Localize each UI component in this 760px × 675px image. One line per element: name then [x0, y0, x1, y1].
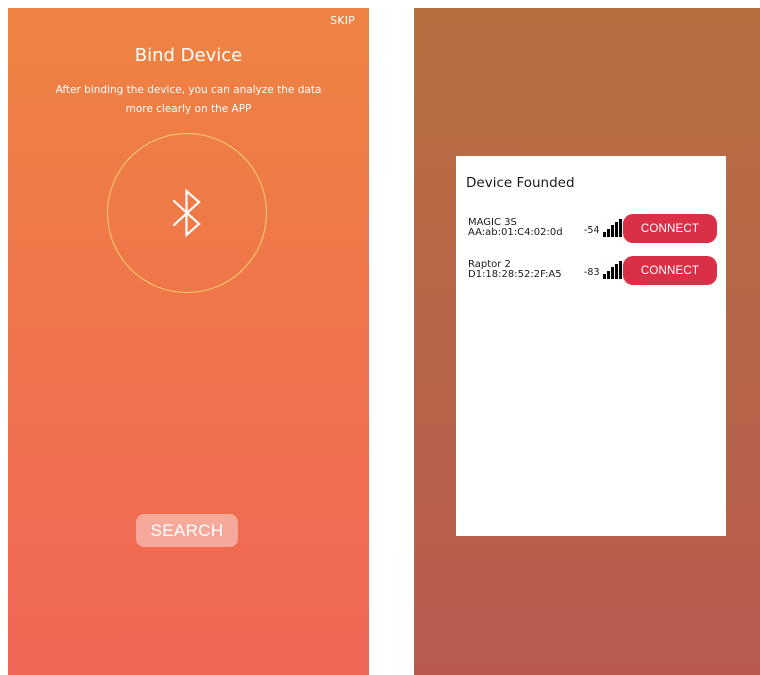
- rssi-value: -54: [584, 225, 600, 236]
- rssi-value: -83: [584, 267, 600, 278]
- bind-device-screen: SKIP Bind Device After binding the devic…: [8, 8, 369, 675]
- device-list-panel: Device Founded MAGIC 3S AA:ab:01:C4:02:0…: [456, 156, 726, 536]
- device-mac-address: AA:ab:01:C4:02:0d: [468, 227, 563, 238]
- panel-title: Device Founded: [466, 175, 575, 191]
- search-button[interactable]: SEARCH: [136, 514, 238, 547]
- bind-description: After binding the device, you can analyz…: [38, 81, 339, 119]
- bluetooth-icon: [170, 188, 204, 238]
- device-mac-address: D1:18:28:52:2F:A5: [468, 269, 562, 280]
- device-list-screen: Device Founded MAGIC 3S AA:ab:01:C4:02:0…: [414, 8, 760, 675]
- signal-strength-icon: [603, 219, 622, 241]
- device-row: Raptor 2 D1:18:28:52:2F:A5 -83 CONNECT: [456, 256, 726, 286]
- page-title: Bind Device: [134, 45, 243, 66]
- signal-strength-icon: [603, 261, 622, 283]
- device-row: MAGIC 3S AA:ab:01:C4:02:0d -54 CONNECT: [456, 214, 726, 244]
- page: SKIP Bind Device After binding the devic…: [0, 0, 760, 675]
- description-line-1: After binding the device, you can analyz…: [55, 84, 322, 96]
- bluetooth-ring: [107, 133, 267, 293]
- connect-button[interactable]: CONNECT: [623, 214, 717, 243]
- description-line-2: more clearly on the APP: [125, 103, 252, 115]
- connect-button[interactable]: CONNECT: [623, 256, 717, 285]
- skip-link[interactable]: SKIP: [330, 14, 355, 27]
